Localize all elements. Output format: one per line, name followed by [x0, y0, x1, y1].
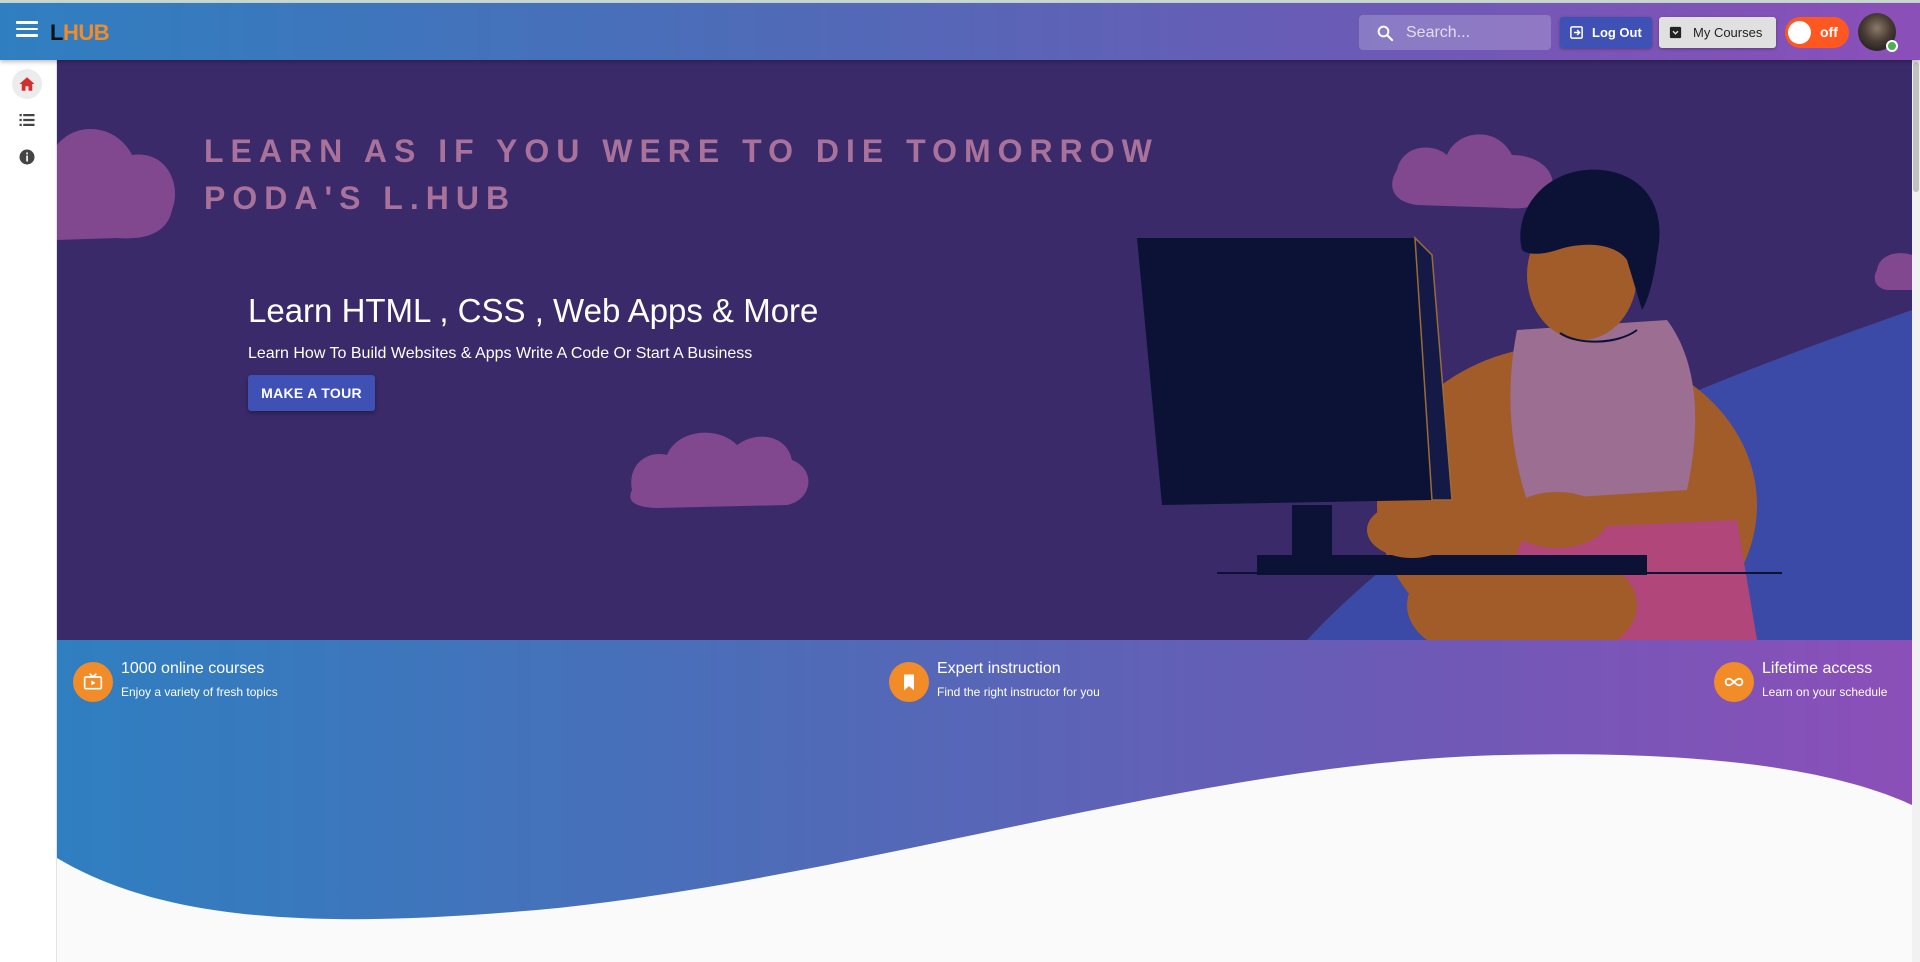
feature-title: Lifetime access: [1762, 660, 1873, 677]
make-a-tour-button[interactable]: MAKE A TOUR: [248, 375, 375, 411]
search-icon: [1377, 25, 1394, 42]
feature-icon-badge: [73, 662, 113, 702]
archive-icon: [1669, 26, 1682, 39]
feature-subtitle: Learn on your schedule: [1762, 685, 1888, 699]
sidebar: [0, 60, 57, 962]
feature-icon-badge: [889, 662, 929, 702]
feature-title: 1000 online courses: [121, 660, 265, 677]
scrollbar-thumb[interactable]: [1913, 62, 1919, 192]
toggle-label: off: [1820, 24, 1838, 40]
toggle-knob: [1788, 21, 1811, 44]
logo-l-text: L: [50, 20, 63, 45]
infinity-icon: [1724, 677, 1744, 687]
list-icon: [19, 114, 35, 126]
feature-subtitle: Find the right instructor for you: [937, 685, 1100, 699]
sidebar-item-list[interactable]: [12, 105, 42, 135]
hero-quote-line2: PODA'S L.HUB: [204, 180, 517, 216]
hero-title: Learn HTML , CSS , Web Apps & More: [248, 292, 819, 329]
logo-hub-text: HUB: [62, 20, 110, 45]
app-logo[interactable]: LHUB: [50, 20, 110, 46]
sidebar-item-home[interactable]: [12, 69, 42, 99]
logout-label: Log Out: [1592, 25, 1642, 40]
sidebar-item-info[interactable]: [12, 142, 42, 172]
home-icon: [19, 77, 35, 91]
bookmark-icon: [904, 674, 914, 691]
features-strip: 1000 online courses Enjoy a variety of f…: [57, 640, 1912, 962]
theme-toggle[interactable]: off: [1785, 17, 1849, 48]
hero-quote-line1: LEARN AS IF YOU WERE TO DIE TOMORROW: [204, 133, 1159, 169]
online-status-dot: [1886, 40, 1898, 52]
my-courses-label: My Courses: [1693, 25, 1763, 40]
hero-subtitle: Learn How To Build Websites & Apps Write…: [248, 345, 753, 362]
logout-icon: [1570, 26, 1583, 39]
my-courses-button[interactable]: My Courses: [1659, 17, 1776, 48]
tv-icon: [83, 673, 103, 690]
feature-icon-badge: [1714, 662, 1754, 702]
info-icon: [19, 149, 35, 165]
menu-icon[interactable]: [16, 21, 38, 39]
search-box[interactable]: [1359, 15, 1551, 50]
user-avatar[interactable]: [1858, 13, 1898, 52]
app-bar: LHUB Log Out My Courses off: [0, 3, 1920, 60]
feature-subtitle: Enjoy a variety of fresh topics: [121, 685, 278, 699]
hero-banner: LEARN AS IF YOU WERE TO DIE TOMORROW POD…: [57, 60, 1912, 640]
search-input[interactable]: [1406, 15, 1546, 50]
page-scrollbar[interactable]: [1912, 60, 1920, 962]
logout-button[interactable]: Log Out: [1560, 17, 1652, 48]
feature-title: Expert instruction: [937, 660, 1061, 677]
